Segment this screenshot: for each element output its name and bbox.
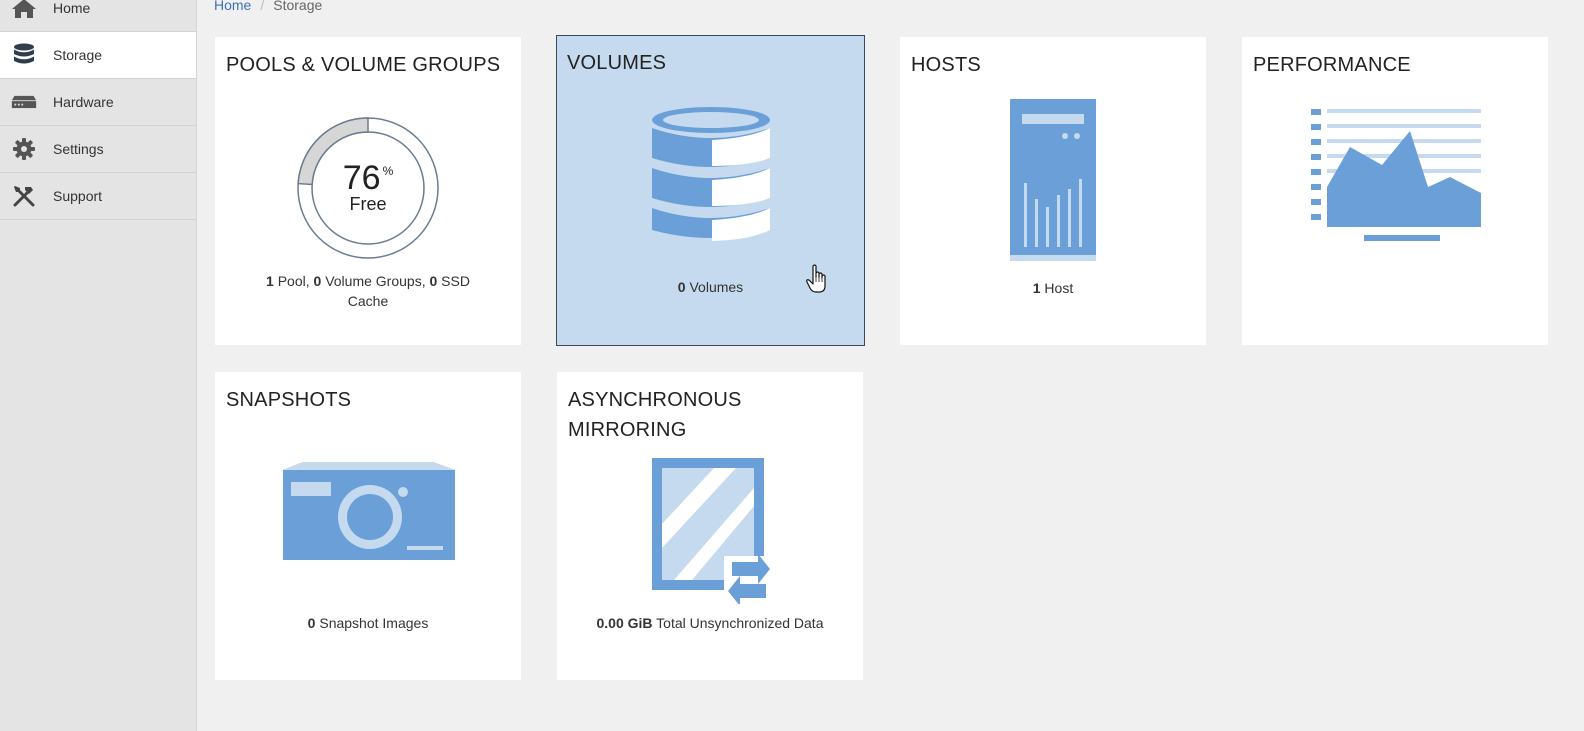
snapshot-count-label: Snapshot Images bbox=[315, 615, 429, 631]
tile-caption: 1 Pool, 0 Volume Groups, 0 SSD Cache bbox=[215, 271, 521, 311]
free-percent-value: 76 bbox=[342, 159, 381, 197]
volume-group-text: Volume Groups, bbox=[321, 273, 430, 289]
tile-hosts[interactable]: HOSTS 1 Host bbox=[900, 37, 1206, 345]
breadcrumb: Home / Storage bbox=[214, 0, 322, 13]
sidebar: Home Storage Hardware Settings Support bbox=[0, 0, 197, 731]
mirror-sync-icon bbox=[652, 458, 774, 609]
sidebar-item-label: Hardware bbox=[53, 94, 114, 110]
tools-icon bbox=[11, 184, 37, 208]
unsynchronized-label: Total Unsynchronized Data bbox=[652, 615, 824, 631]
sidebar-item-support[interactable]: Support bbox=[0, 173, 196, 220]
volume-count: 0 bbox=[677, 279, 686, 295]
tile-asynchronous-mirroring[interactable]: ASYNCHRONOUS MIRRORING 0.00 GiB Total Un… bbox=[557, 372, 863, 680]
performance-chart-icon bbox=[1310, 107, 1482, 248]
hardware-icon bbox=[11, 90, 37, 114]
unsynchronized-amount: 0.00 GiB bbox=[596, 615, 653, 631]
database-icon bbox=[650, 106, 772, 251]
tile-caption: 0 Snapshot Images bbox=[215, 613, 521, 633]
sidebar-item-hardware[interactable]: Hardware bbox=[0, 79, 196, 126]
sidebar-item-storage[interactable]: Storage bbox=[0, 32, 196, 79]
free-label: Free bbox=[349, 194, 387, 214]
pool-text: Pool, bbox=[273, 273, 314, 289]
host-count-label: Host bbox=[1040, 280, 1074, 296]
free-percent-unit: % bbox=[382, 164, 394, 178]
tile-snapshots[interactable]: SNAPSHOTS 0 Snapshot Images bbox=[215, 372, 521, 680]
server-icon bbox=[1010, 99, 1096, 266]
camera-icon bbox=[283, 460, 455, 565]
pool-count: 1 bbox=[266, 273, 274, 289]
capacity-donut: 76% Free bbox=[294, 114, 442, 262]
hand-pointer-cursor-icon bbox=[806, 264, 828, 299]
tile-title: HOSTS bbox=[911, 54, 981, 76]
tile-title: POOLS & VOLUME GROUPS bbox=[226, 54, 501, 76]
home-icon bbox=[11, 0, 37, 20]
sidebar-item-label: Storage bbox=[53, 47, 103, 63]
breadcrumb-current: Storage bbox=[273, 0, 323, 13]
breadcrumb-separator: / bbox=[260, 0, 265, 13]
sidebar-item-label: Settings bbox=[53, 141, 104, 157]
gear-icon bbox=[11, 137, 37, 161]
tile-pools-volume-groups[interactable]: POOLS & VOLUME GROUPS 76% Free 1 Pool, 0… bbox=[215, 37, 521, 345]
sidebar-item-settings[interactable]: Settings bbox=[0, 126, 196, 173]
tile-title: PERFORMANCE bbox=[1253, 54, 1411, 76]
tile-caption: 0.00 GiB Total Unsynchronized Data bbox=[557, 613, 863, 633]
sidebar-item-label: Support bbox=[53, 188, 103, 204]
breadcrumb-home-link[interactable]: Home bbox=[214, 0, 251, 13]
tile-performance[interactable]: PERFORMANCE bbox=[1242, 37, 1548, 345]
sidebar-item-label: Home bbox=[53, 0, 91, 16]
tile-volumes[interactable]: VOLUMES 0 Volumes bbox=[556, 35, 865, 346]
tile-title: ASYNCHRONOUS MIRRORING bbox=[568, 389, 742, 441]
tile-title: VOLUMES bbox=[567, 52, 667, 74]
sidebar-item-home[interactable]: Home bbox=[0, 0, 196, 32]
host-count: 1 bbox=[1032, 280, 1041, 296]
tile-title: SNAPSHOTS bbox=[226, 389, 352, 411]
tile-caption: 1 Host bbox=[900, 278, 1206, 298]
volume-count-label: Volumes bbox=[685, 279, 744, 295]
database-icon bbox=[11, 43, 37, 67]
capacity-readout: 76% Free bbox=[294, 161, 442, 213]
